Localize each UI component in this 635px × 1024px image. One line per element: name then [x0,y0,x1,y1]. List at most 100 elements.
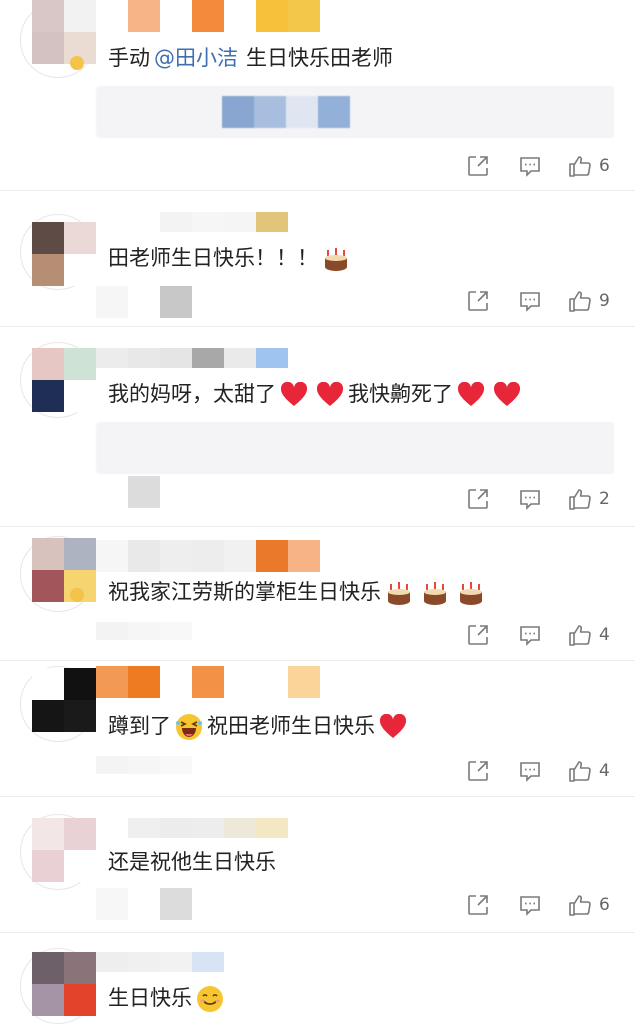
thumbs-up-icon [569,895,591,916]
comment-text: 手动 @田小洁 生日快乐田老师 [108,42,393,74]
comment-text: 生日快乐 [108,982,228,1014]
timestamp-pixelated [96,756,192,774]
avatar[interactable] [32,818,96,882]
like-button[interactable]: 4 [567,758,610,784]
like-count: 9 [599,291,610,311]
thumbs-up-icon [569,291,591,312]
comment-body-continued: 祝田老师生日快乐 [207,714,375,738]
like-button[interactable]: 4 [567,622,610,648]
comment-icon [520,626,540,646]
action-bar: 6 [463,890,610,920]
action-bar: 9 [463,286,610,316]
username-pixelated[interactable] [96,212,288,232]
reply-button[interactable] [515,289,545,313]
comment-item: 生日快乐 [0,932,635,1024]
reply-button[interactable] [515,154,545,178]
comment-text: 还是祝他生日快乐 [108,846,276,878]
laughing-face-emoji [175,713,203,741]
share-button[interactable] [463,289,493,313]
action-bar: 4 [463,620,610,650]
timestamp-pixelated [96,286,192,318]
comment-feed: 手动 @田小洁 生日快乐田老师 6 田老师生日快乐！！！ 9 我的妈呀，太甜了 … [0,0,635,1024]
comment-item: 手动 @田小洁 生日快乐田老师 6 [0,0,635,190]
red-heart-emoji [280,382,308,408]
comment-icon [520,762,540,782]
share-button[interactable] [463,623,493,647]
username-pixelated[interactable] [96,952,224,972]
share-icon [468,291,488,311]
like-count: 6 [599,156,610,176]
comment-item: 我的妈呀，太甜了 我快齁死了 2 [0,326,635,526]
red-heart-emoji [493,382,521,408]
share-icon [468,895,488,915]
comment-body: 生日快乐田老师 [246,46,393,70]
avatar[interactable] [32,668,96,732]
action-bar: 2 [463,484,610,514]
comment-prefix: 手动 [108,46,150,70]
comment-icon [520,896,540,916]
birthday-cake-emoji [385,579,413,607]
reply-button[interactable] [515,487,545,511]
mention-link[interactable]: @田小洁 [154,46,238,70]
comment-body: 蹲到了 [108,714,171,738]
like-count: 4 [599,761,610,781]
quoted-reply-blurred[interactable] [96,86,614,138]
like-button[interactable]: 9 [567,288,610,314]
comment-icon [520,490,540,510]
birthday-cake-emoji [421,579,449,607]
red-heart-emoji [316,382,344,408]
comment-text: 蹲到了 祝田老师生日快乐 [108,710,411,742]
timestamp-pixelated [96,476,160,508]
comment-item: 田老师生日快乐！！！ 9 [0,190,635,326]
comment-icon [520,157,540,177]
verified-badge-icon [70,588,84,602]
thumbs-up-icon [569,489,591,510]
avatar[interactable] [32,538,96,602]
comment-item: 祝我家江劳斯的掌柜生日快乐 4 [0,526,635,660]
timestamp-pixelated [96,888,192,920]
reply-button[interactable] [515,759,545,783]
smiling-face-emoji [196,985,224,1013]
avatar[interactable] [32,952,96,1016]
avatar[interactable] [32,222,96,286]
comment-body: 还是祝他生日快乐 [108,850,276,874]
username-pixelated[interactable] [96,540,320,572]
comment-text: 祝我家江劳斯的掌柜生日快乐 [108,576,489,608]
verified-badge-icon [70,56,84,70]
username-pixelated[interactable] [96,666,320,698]
like-button[interactable]: 6 [567,153,610,179]
birthday-cake-emoji [457,579,485,607]
comment-body: 我的妈呀，太甜了 [108,382,276,406]
username-pixelated[interactable] [96,0,320,32]
username-pixelated[interactable] [96,348,288,368]
comment-icon [520,292,540,312]
reply-button[interactable] [515,893,545,917]
share-button[interactable] [463,759,493,783]
avatar[interactable] [32,0,96,64]
timestamp-pixelated [96,622,192,640]
like-count: 4 [599,625,610,645]
thumbs-up-icon [569,761,591,782]
share-icon [468,156,488,176]
thumbs-up-icon [569,625,591,646]
quoted-reply-blurred[interactable] [96,422,614,474]
action-bar: 4 [463,756,610,786]
comment-text: 田老师生日快乐！！！ [108,242,354,274]
like-button[interactable]: 6 [567,892,610,918]
share-button[interactable] [463,487,493,511]
avatar[interactable] [32,348,96,412]
share-button[interactable] [463,893,493,917]
comment-body-continued: 我快齁死了 [348,382,453,406]
username-pixelated[interactable] [96,818,288,838]
birthday-cake-emoji [322,245,350,273]
reply-button[interactable] [515,623,545,647]
share-icon [468,489,488,509]
like-button[interactable]: 2 [567,486,610,512]
comment-body: 祝我家江劳斯的掌柜生日快乐 [108,580,381,604]
comment-body: 生日快乐 [108,986,192,1010]
like-count: 6 [599,895,610,915]
red-heart-emoji [457,382,485,408]
comment-body: 田老师生日快乐！！！ [108,246,318,270]
like-count: 2 [599,489,610,509]
share-button[interactable] [463,154,493,178]
